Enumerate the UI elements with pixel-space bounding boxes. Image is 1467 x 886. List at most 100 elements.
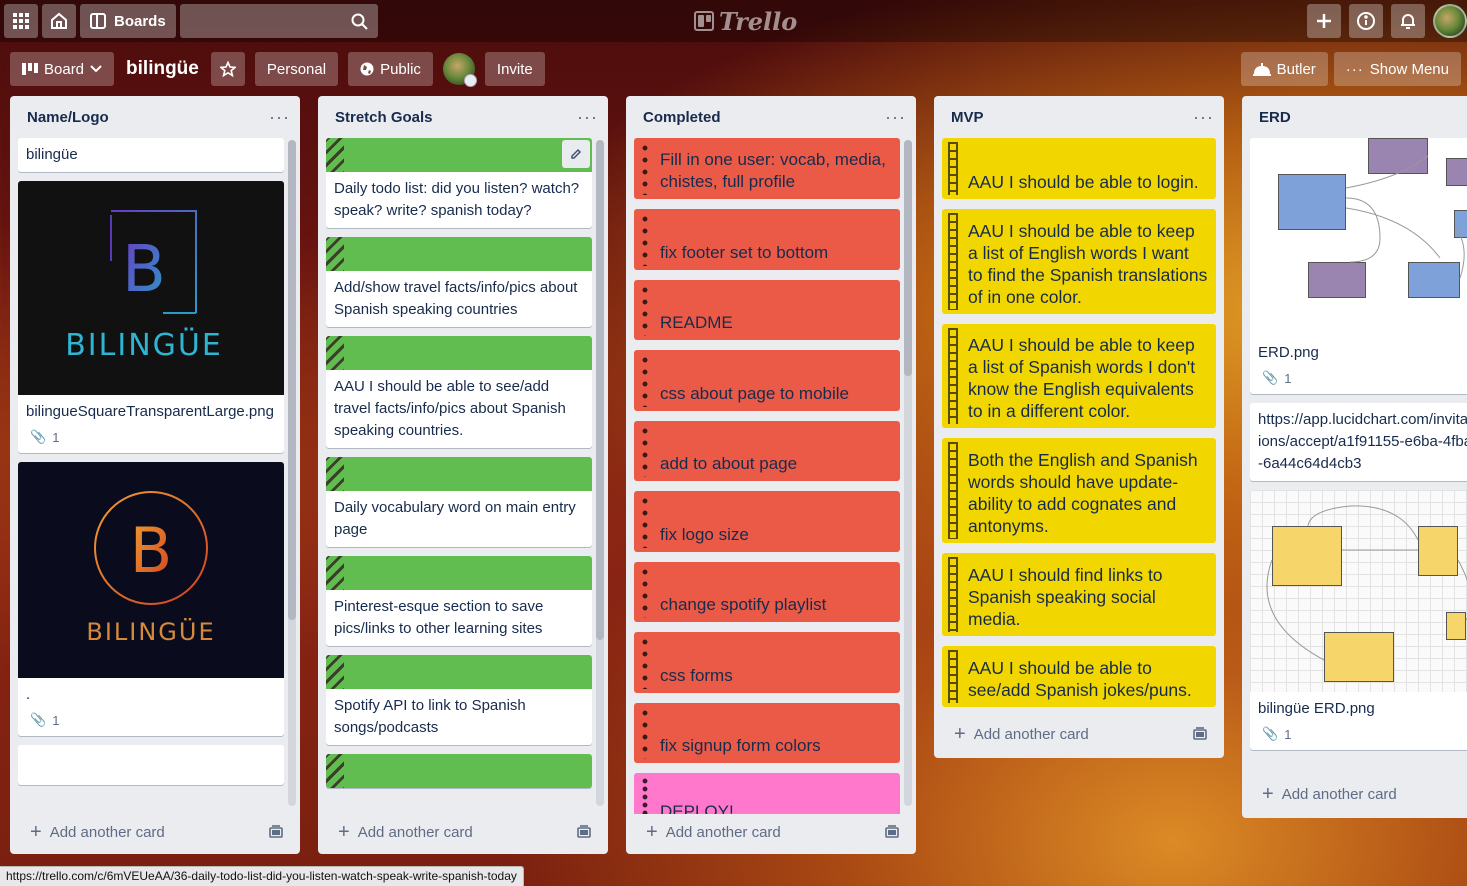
list-card[interactable]: README	[634, 280, 900, 340]
butler-button[interactable]: Butler	[1240, 52, 1328, 86]
search-input[interactable]	[179, 4, 378, 38]
list-card[interactable]: fix signup form colors	[634, 703, 900, 763]
list-card[interactable]: change spotify playlist	[634, 562, 900, 622]
boards-button[interactable]: Boards	[80, 4, 176, 38]
list-menu-button[interactable]: ···	[885, 107, 906, 128]
info-button[interactable]	[1349, 4, 1383, 38]
list-scrollbar[interactable]	[596, 140, 604, 806]
list-card[interactable]: bilingüe ERD.png 📎 1	[1250, 490, 1467, 750]
show-menu-button[interactable]: ··· Show Menu	[1333, 52, 1461, 86]
member-avatar[interactable]	[442, 53, 477, 87]
card-color-cover	[326, 237, 592, 271]
list-card[interactable]: AAU I should be able to keep a list of S…	[942, 324, 1216, 428]
notifications-button[interactable]	[1391, 4, 1425, 38]
list-card[interactable]: fix logo size	[634, 491, 900, 552]
list-card[interactable]: Both the English and Spanish words shoul…	[942, 438, 1216, 543]
plus-icon: +	[338, 820, 350, 843]
list-card[interactable]: Daily todo list: did you listen? watch? …	[326, 138, 592, 228]
card-title: add to about page	[660, 454, 798, 473]
team-label: Personal	[266, 60, 327, 78]
card-title: fix logo size	[660, 525, 749, 544]
list-card[interactable]: fix footer set to bottom	[634, 209, 900, 270]
card-badges: 📎 1	[18, 429, 284, 453]
home-icon	[51, 12, 67, 29]
card-color-cover	[326, 336, 592, 370]
list-menu-button[interactable]: ···	[1193, 107, 1214, 128]
list-card-partial[interactable]: DEPLOY!	[634, 773, 900, 814]
list-card-partial[interactable]	[326, 754, 592, 788]
home-button[interactable]	[42, 4, 76, 38]
list-title[interactable]: Completed	[643, 109, 721, 126]
list-cards: ERD.png 📎 1 https://app.lucidchart.com/i…	[1250, 138, 1467, 778]
card-title: change spotify playlist	[660, 595, 827, 614]
list-card[interactable]: css forms	[634, 632, 900, 693]
list-card[interactable]: Pinterest-esque section to save pics/lin…	[326, 556, 592, 646]
list-card[interactable]: AAU I should be able to see/add Spanish …	[942, 646, 1216, 707]
list-card[interactable]: Daily vocabulary word on main entry page	[326, 457, 592, 547]
add-card-button[interactable]: + Add another card	[634, 814, 908, 850]
list-card[interactable]: Add/show travel facts/info/pics about Sp…	[326, 237, 592, 327]
list-card[interactable]: css about page to mobile	[634, 350, 900, 411]
card-title: Spotify API to link to Spanish songs/pod…	[334, 697, 526, 736]
team-button[interactable]: Personal	[254, 52, 339, 86]
list-card[interactable]: AAU I should be able to see/add travel f…	[326, 336, 592, 448]
list-card[interactable]: Fill in one user: vocab, media, chistes,…	[634, 138, 900, 199]
list-scrollbar[interactable]	[904, 140, 912, 806]
list-mvp: MVP ··· AAU I should be able to login. A…	[934, 96, 1224, 758]
list-card[interactable]: Spotify API to link to Spanish songs/pod…	[326, 655, 592, 745]
trello-logo[interactable]: Trello	[694, 6, 797, 36]
list-title[interactable]: Name/Logo	[27, 109, 109, 126]
board-view-switcher[interactable]: Board	[10, 52, 115, 86]
user-avatar[interactable]	[1433, 4, 1467, 38]
paperclip-icon: 📎	[30, 429, 47, 444]
list-menu-button[interactable]: ···	[577, 107, 598, 128]
list-card[interactable]: AAU I should be able to keep a list of E…	[942, 209, 1216, 314]
list-completed: Completed ··· Fill in one user: vocab, m…	[626, 96, 916, 854]
list-header: Stretch Goals ···	[318, 96, 608, 138]
template-icon[interactable]	[268, 825, 284, 839]
invite-button[interactable]: Invite	[484, 52, 545, 86]
add-card-button[interactable]: + Add another card	[18, 814, 292, 850]
list-title[interactable]: ERD	[1259, 109, 1291, 126]
add-card-button[interactable]: + Add another card	[326, 814, 600, 850]
board-header-right: Butler ··· Show Menu	[1240, 52, 1461, 86]
list-card[interactable]: add to about page	[634, 421, 900, 481]
plus-icon: +	[646, 820, 658, 843]
list-title[interactable]: MVP	[951, 109, 984, 126]
search-icon[interactable]	[351, 13, 368, 30]
card-title: AAU I should be able to keep a list of E…	[968, 221, 1208, 307]
globe-icon	[360, 62, 374, 76]
list-card[interactable]: AAU I should find links to Spanish speak…	[942, 553, 1216, 636]
add-card-button[interactable]: + Add another card	[942, 716, 1216, 752]
list-card-partial[interactable]	[18, 745, 284, 785]
list-header: MVP ···	[934, 96, 1224, 138]
list-card[interactable]: bilingüe	[18, 138, 284, 172]
list-card[interactable]: B BILINGÜE bilingueSquareTransparentLarg…	[18, 181, 284, 453]
header-right	[1307, 4, 1467, 38]
apps-button[interactable]	[4, 4, 38, 38]
list-card[interactable]: ERD.png 📎 1	[1250, 138, 1467, 394]
template-icon[interactable]	[576, 825, 592, 839]
list-card[interactable]: https://app.lucidchart.com/invitations/a…	[1250, 403, 1467, 481]
add-card-button[interactable]: + Add another card	[1250, 776, 1467, 812]
list-scrollbar[interactable]	[288, 140, 296, 806]
edit-card-button[interactable]	[562, 140, 590, 168]
create-button[interactable]	[1307, 4, 1341, 38]
logo-image-cover: B BILINGÜE	[18, 462, 284, 678]
attachment-count: 1	[52, 429, 60, 445]
paperclip-icon: 📎	[1262, 370, 1279, 385]
template-icon[interactable]	[884, 825, 900, 839]
list-card[interactable]: B BILINGÜE . 📎 1	[18, 462, 284, 736]
pencil-icon	[571, 148, 582, 159]
show-menu-label: Show Menu	[1369, 60, 1449, 78]
board-title[interactable]: bilingüe	[124, 58, 201, 80]
list-card[interactable]: AAU I should be able to login.	[942, 138, 1216, 199]
star-button[interactable]	[210, 52, 245, 86]
list-menu-button[interactable]: ···	[269, 107, 290, 128]
list-title[interactable]: Stretch Goals	[335, 109, 433, 126]
visibility-button[interactable]: Public	[348, 52, 433, 86]
board-view-icon	[22, 63, 38, 75]
list-header: Completed ···	[626, 96, 916, 138]
chevron-down-icon	[90, 65, 102, 73]
template-icon[interactable]	[1192, 727, 1208, 741]
